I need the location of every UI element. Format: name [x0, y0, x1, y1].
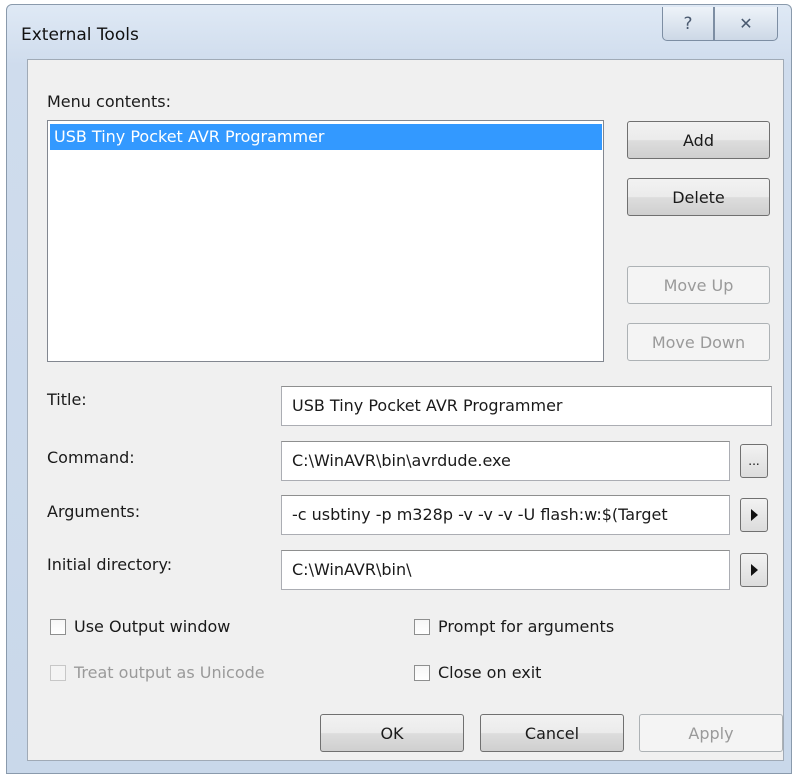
- list-item[interactable]: USB Tiny Pocket AVR Programmer: [50, 124, 602, 150]
- arguments-field[interactable]: -c usbtiny -p m328p -v -v -v -U flash:w:…: [281, 495, 730, 535]
- right-arrow-icon: [750, 509, 758, 521]
- checkbox-box[interactable]: [50, 664, 66, 681]
- move-down-button[interactable]: Move Down: [627, 323, 770, 361]
- move-up-button[interactable]: Move Up: [627, 266, 770, 304]
- browse-command-button[interactable]: ...: [740, 444, 768, 478]
- title-bar[interactable]: External Tools ? ✕: [7, 5, 791, 61]
- treat-output-unicode-checkbox[interactable]: Treat output as Unicode: [50, 663, 265, 682]
- close-on-exit-label: Close on exit: [438, 663, 542, 682]
- use-output-window-label: Use Output window: [74, 617, 231, 636]
- external-tools-dialog: External Tools ? ✕ Menu contents: USB Ti…: [6, 4, 792, 774]
- close-icon: ✕: [739, 14, 753, 33]
- initial-directory-field[interactable]: C:\WinAVR\bin\: [281, 550, 730, 590]
- help-icon: ?: [683, 13, 693, 34]
- arguments-macro-button[interactable]: [740, 498, 768, 532]
- cancel-button[interactable]: Cancel: [480, 714, 624, 752]
- menu-contents-list[interactable]: USB Tiny Pocket AVR Programmer: [47, 120, 604, 362]
- ellipsis-icon: ...: [748, 454, 760, 468]
- delete-button[interactable]: Delete: [627, 178, 770, 216]
- menu-contents-label: Menu contents:: [47, 92, 171, 111]
- dialog-client-area: Menu contents: USB Tiny Pocket AVR Progr…: [27, 59, 784, 761]
- title-label: Title:: [47, 390, 87, 409]
- treat-output-unicode-label: Treat output as Unicode: [74, 663, 265, 682]
- checkbox-box[interactable]: [414, 664, 430, 681]
- command-field[interactable]: C:\WinAVR\bin\avrdude.exe: [281, 441, 730, 481]
- checkbox-box[interactable]: [414, 618, 430, 635]
- close-button[interactable]: ✕: [714, 7, 778, 41]
- close-on-exit-checkbox[interactable]: Close on exit: [414, 663, 541, 682]
- right-arrow-icon: [750, 564, 758, 576]
- window-title: External Tools: [21, 25, 139, 45]
- checkbox-box[interactable]: [50, 618, 66, 635]
- command-label: Command:: [47, 448, 135, 467]
- use-output-window-checkbox[interactable]: Use Output window: [50, 617, 230, 636]
- prompt-for-arguments-checkbox[interactable]: Prompt for arguments: [414, 617, 614, 636]
- prompt-for-arguments-label: Prompt for arguments: [438, 617, 615, 636]
- help-button[interactable]: ?: [662, 7, 714, 41]
- initial-directory-label: Initial directory:: [47, 555, 173, 574]
- apply-button[interactable]: Apply: [639, 714, 783, 752]
- arguments-label: Arguments:: [47, 502, 141, 521]
- add-button[interactable]: Add: [627, 121, 770, 159]
- directory-macro-button[interactable]: [740, 553, 768, 587]
- ok-button[interactable]: OK: [320, 714, 464, 752]
- title-field[interactable]: USB Tiny Pocket AVR Programmer: [281, 386, 772, 426]
